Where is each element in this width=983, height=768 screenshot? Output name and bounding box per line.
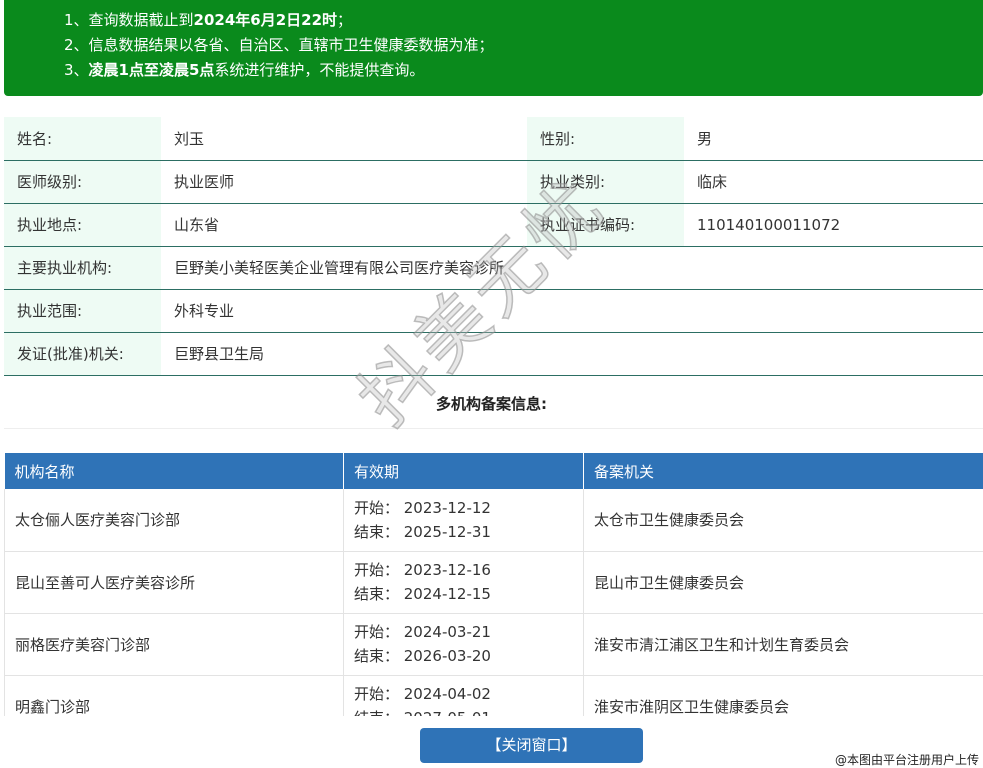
divider (4, 428, 983, 429)
org-authority: 昆山市卫生健康委员会 (584, 551, 983, 613)
multi-institution-title: 多机构备案信息: (0, 393, 983, 414)
table-row: 昆山至善可人医疗美容诊所 开始： 2023-12-16 结束： 2024-12-… (5, 551, 983, 613)
org-name: 丽格医疗美容门诊部 (5, 613, 344, 675)
period-end: 结束： 2025-12-31 (354, 520, 583, 544)
footer-bar: 【关闭窗口】 @本图由平台注册用户上传 (0, 716, 983, 765)
org-authority: 淮安市清江浦区卫生和计划生育委员会 (584, 613, 983, 675)
copyright-notice: @本图由平台注册用户上传 (835, 751, 979, 768)
info-row-institution: 主要执业机构: 巨野美小美轻医美企业管理有限公司医疗美容诊所 (4, 246, 983, 289)
name-value: 刘玉 (161, 117, 527, 160)
period-start: 开始： 2024-03-21 (354, 620, 583, 644)
gender-label: 性别: (527, 117, 684, 160)
org-period: 开始： 2023-12-12 结束： 2025-12-31 (344, 489, 584, 551)
org-period: 开始： 2024-03-21 结束： 2026-03-20 (344, 613, 584, 675)
period-start: 开始： 2023-12-12 (354, 496, 583, 520)
location-label: 执业地点: (4, 203, 161, 246)
authority-label: 发证(批准)机关: (4, 332, 161, 375)
scope-value: 外科专业 (161, 289, 983, 332)
close-window-button[interactable]: 【关闭窗口】 (420, 728, 643, 763)
scope-label: 执业范围: (4, 289, 161, 332)
cert-label: 执业证书编码: (527, 203, 684, 246)
info-row-level: 医师级别: 执业医师 执业类别: 临床 (4, 160, 983, 203)
name-label: 姓名: (4, 117, 161, 160)
info-row-scope: 执业范围: 外科专业 (4, 289, 983, 332)
period-start: 开始： 2023-12-16 (354, 558, 583, 582)
institution-table: 机构名称 有效期 备案机关 太仓俪人医疗美容门诊部 开始： 2023-12-12… (4, 453, 983, 738)
category-value: 临床 (684, 160, 983, 203)
info-row-location: 执业地点: 山东省 执业证书编码: 110140100011072 (4, 203, 983, 246)
institution-label: 主要执业机构: (4, 246, 161, 289)
period-start: 开始： 2024-04-02 (354, 682, 583, 706)
col-header-period: 有效期 (344, 453, 584, 489)
authority-value: 巨野县卫生局 (161, 332, 983, 375)
notice-line-1: 1、查询数据截止到2024年6月2日22时； (64, 8, 983, 33)
institution-value: 巨野美小美轻医美企业管理有限公司医疗美容诊所 (161, 246, 983, 289)
org-name: 太仓俪人医疗美容门诊部 (5, 489, 344, 551)
col-header-name: 机构名称 (5, 453, 344, 489)
period-end: 结束： 2026-03-20 (354, 644, 583, 668)
cert-value: 110140100011072 (684, 203, 983, 246)
level-value: 执业医师 (161, 160, 527, 203)
period-end: 结束： 2024-12-15 (354, 582, 583, 606)
org-name: 昆山至善可人医疗美容诊所 (5, 551, 344, 613)
location-value: 山东省 (161, 203, 527, 246)
org-authority: 太仓市卫生健康委员会 (584, 489, 983, 551)
col-header-authority: 备案机关 (584, 453, 983, 489)
category-label: 执业类别: (527, 160, 684, 203)
table-row: 太仓俪人医疗美容门诊部 开始： 2023-12-12 结束： 2025-12-3… (5, 489, 983, 551)
org-period: 开始： 2023-12-16 结束： 2024-12-15 (344, 551, 584, 613)
gender-value: 男 (684, 117, 983, 160)
table-header-row: 机构名称 有效期 备案机关 (5, 453, 983, 489)
info-row-name: 姓名: 刘玉 性别: 男 (4, 117, 983, 160)
level-label: 医师级别: (4, 160, 161, 203)
notice-line-2: 2、信息数据结果以各省、自治区、直辖市卫生健康委数据为准； (64, 33, 983, 58)
notice-banner: 1、查询数据截止到2024年6月2日22时； 2、信息数据结果以各省、自治区、直… (4, 0, 983, 96)
doctor-info-table: 姓名: 刘玉 性别: 男 医师级别: 执业医师 执业类别: 临床 执业地点: 山… (4, 117, 983, 376)
table-row: 丽格医疗美容门诊部 开始： 2024-03-21 结束： 2026-03-20 … (5, 613, 983, 675)
notice-line-3: 3、凌晨1点至凌晨5点系统进行维护，不能提供查询。 (64, 58, 983, 83)
info-row-authority: 发证(批准)机关: 巨野县卫生局 (4, 332, 983, 375)
